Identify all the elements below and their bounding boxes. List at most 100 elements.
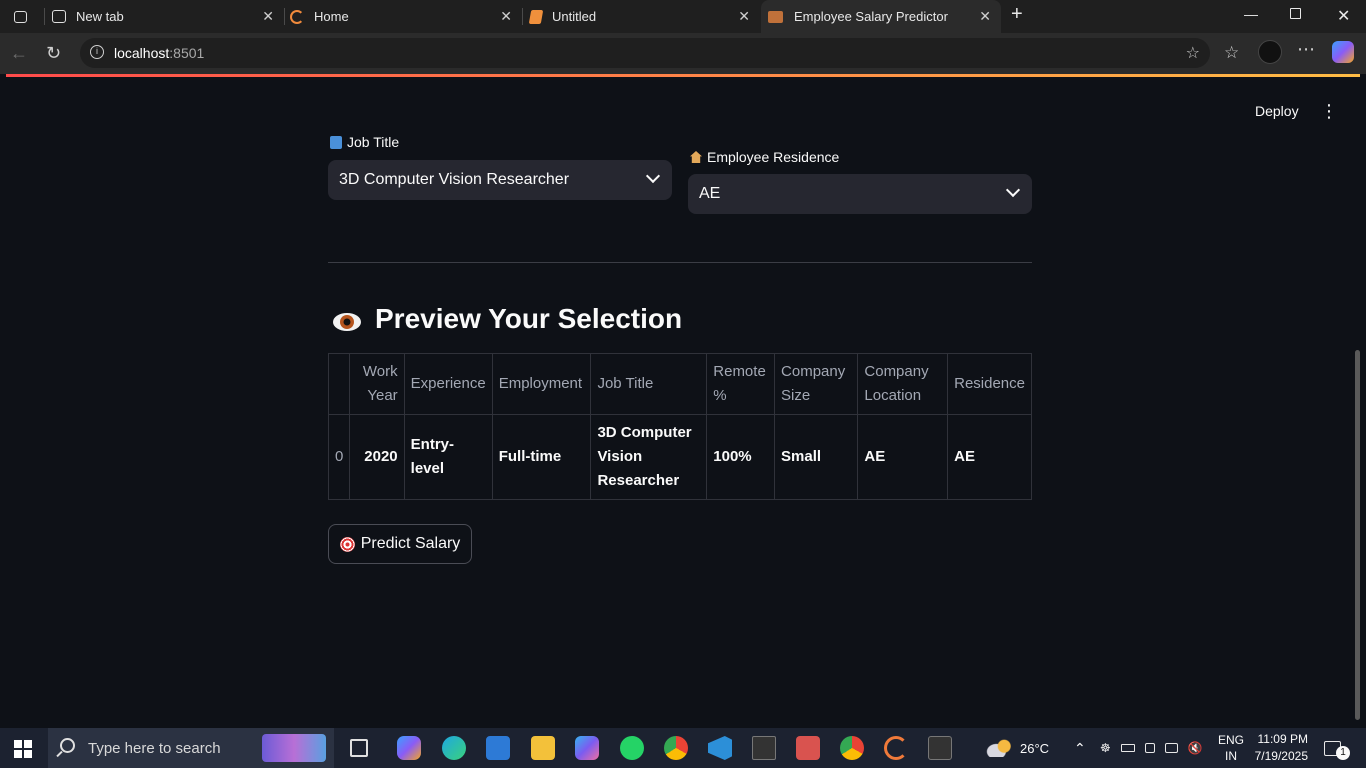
table-cell-index: 0 <box>327 414 351 500</box>
table-cell-company-location: AE <box>857 414 949 500</box>
monitor-icon[interactable] <box>1164 743 1178 753</box>
tab-employee-salary-predictor[interactable]: Employee Salary Predictor ✕ <box>761 0 1001 33</box>
eye-icon <box>332 308 362 331</box>
table-header-employment: Employment <box>491 353 592 415</box>
windows-taskbar: Type here to search 26°C ⌃ ☸ 🔇 ENG IN 11… <box>0 728 1366 768</box>
clock[interactable]: 11:09 PM 7/19/2025 <box>1254 728 1308 768</box>
employee-residence-select[interactable]: AE <box>688 174 1032 214</box>
job-title-select[interactable]: 3D Computer Vision Researcher <box>328 160 672 200</box>
chrome-icon[interactable] <box>664 736 688 760</box>
table-cell-employment: Full-time <box>491 414 592 500</box>
tab-label: Home <box>314 9 349 24</box>
table-header-company-size: Company Size <box>774 353 859 415</box>
battery-icon[interactable] <box>1120 744 1135 752</box>
minimize-icon[interactable]: — <box>1244 6 1258 22</box>
table-cell-job-title: 3D Computer Vision Researcher <box>590 414 708 500</box>
close-tab-icon[interactable]: ✕ <box>500 8 512 25</box>
url-port: :8501 <box>169 45 205 61</box>
job-title-value: 3D Computer Vision Researcher <box>339 171 570 188</box>
close-tab-icon[interactable]: ✕ <box>979 8 991 25</box>
reload-icon[interactable]: ↻ <box>46 43 61 64</box>
table-header-company-location: Company Location <box>857 353 949 415</box>
notifications-button[interactable]: 1 <box>1324 728 1350 768</box>
site-info-icon[interactable]: i <box>90 45 104 59</box>
deploy-button[interactable]: Deploy <box>1255 103 1299 119</box>
chevron-down-icon <box>645 168 661 184</box>
favorite-star-icon[interactable]: ☆ <box>1186 43 1200 63</box>
tab-untitled[interactable]: Untitled ✕ <box>522 0 760 33</box>
tab-home[interactable]: Home ✕ <box>284 0 522 33</box>
copilot-icon[interactable] <box>1332 41 1354 63</box>
notebook-icon <box>528 9 544 24</box>
table-header-remote: Remote % <box>706 353 776 415</box>
table-header-index <box>327 353 351 415</box>
more-options-icon[interactable]: ⋯ <box>1297 39 1315 60</box>
url-host: localhost <box>114 45 170 61</box>
taskbar-search-input[interactable]: Type here to search <box>48 728 334 768</box>
job-title-label: Job Title <box>330 134 399 150</box>
favorites-icon[interactable]: ☆ <box>1224 43 1239 63</box>
search-highlight-image <box>262 734 326 762</box>
tab-actions-button[interactable] <box>6 0 40 33</box>
language-indicator[interactable]: ENG IN <box>1218 728 1244 768</box>
table-cell-work-year: 2020 <box>349 414 405 500</box>
tab-label: Untitled <box>552 9 597 24</box>
wifi-icon[interactable]: ☸ <box>1100 741 1111 755</box>
close-tab-icon[interactable]: ✕ <box>262 8 274 25</box>
file-explorer-icon[interactable] <box>531 736 555 760</box>
whatsapp-icon[interactable] <box>620 736 644 760</box>
chrome-profile-icon[interactable] <box>840 736 864 760</box>
camera-icon[interactable] <box>1144 743 1155 753</box>
language-line1: ENG <box>1218 733 1245 747</box>
presentation-app-icon[interactable] <box>796 736 820 760</box>
jupyter-icon[interactable] <box>884 736 908 760</box>
command-prompt-icon[interactable] <box>928 736 952 760</box>
restore-icon[interactable] <box>1290 8 1301 19</box>
main-menu-icon[interactable]: ⋮ <box>1320 101 1338 122</box>
search-icon <box>60 738 75 753</box>
table-header-work-year: Work Year <box>349 353 405 415</box>
house-icon <box>690 151 702 163</box>
tab-actions-icon <box>14 10 27 23</box>
tab-new-tab[interactable]: New tab ✕ <box>44 0 284 33</box>
predict-salary-button[interactable]: Predict Salary <box>328 524 472 564</box>
close-window-icon[interactable]: ✕ <box>1337 6 1350 26</box>
briefcase-icon <box>768 10 783 23</box>
show-hidden-icons-chevron-icon[interactable]: ⌃ <box>1074 728 1086 768</box>
taskbar-search-placeholder: Type here to search <box>88 739 221 757</box>
language-line2: IN <box>1225 749 1237 763</box>
predict-salary-label: Predict Salary <box>360 535 461 552</box>
clock-date: 7/19/2025 <box>1254 749 1308 763</box>
employee-residence-label: Employee Residence <box>690 149 839 165</box>
edge-browser-icon[interactable] <box>442 736 466 760</box>
terminal-icon[interactable] <box>752 736 776 760</box>
microsoft-store-icon[interactable] <box>486 736 510 760</box>
microsoft-365-icon[interactable] <box>575 736 599 760</box>
weather-widget[interactable]: 26°C <box>986 728 1049 768</box>
volume-muted-icon[interactable]: 🔇 <box>1188 741 1203 755</box>
new-tab-icon <box>52 10 66 23</box>
scrollbar-thumb[interactable] <box>1355 350 1360 720</box>
system-tray-icons: ☸ 🔇 <box>1100 728 1203 768</box>
table-row: 0 2020 Entry-level Full-time 3D Computer… <box>327 414 1032 500</box>
vscode-icon[interactable] <box>708 736 732 760</box>
table-cell-residence: AE <box>947 414 1032 500</box>
windows-start-icon[interactable] <box>14 740 32 758</box>
loading-spinner-icon <box>290 9 304 24</box>
table-header-residence: Residence <box>947 353 1032 415</box>
url-input[interactable]: i localhost:8501 ☆ <box>80 38 1210 68</box>
new-tab-plus-icon[interactable]: + <box>1011 3 1023 26</box>
tab-label: New tab <box>76 9 124 24</box>
close-tab-icon[interactable]: ✕ <box>738 8 750 25</box>
divider <box>328 262 1032 263</box>
person-icon <box>330 135 342 149</box>
back-arrow-icon[interactable]: ← <box>10 43 28 64</box>
table-cell-experience: Entry-level <box>403 414 493 500</box>
notification-count-badge: 1 <box>1336 746 1350 760</box>
preview-heading: Preview Your Selection <box>332 303 682 335</box>
profile-avatar[interactable] <box>1258 40 1282 64</box>
browser-tab-bar: New tab ✕ Home ✕ Untitled ✕ Employee Sal… <box>0 0 1366 33</box>
task-view-icon[interactable] <box>350 739 368 757</box>
copilot-taskbar-icon[interactable] <box>397 736 421 760</box>
app-main: Deploy ⋮ Job Title 3D Computer Vision Re… <box>6 77 1354 724</box>
